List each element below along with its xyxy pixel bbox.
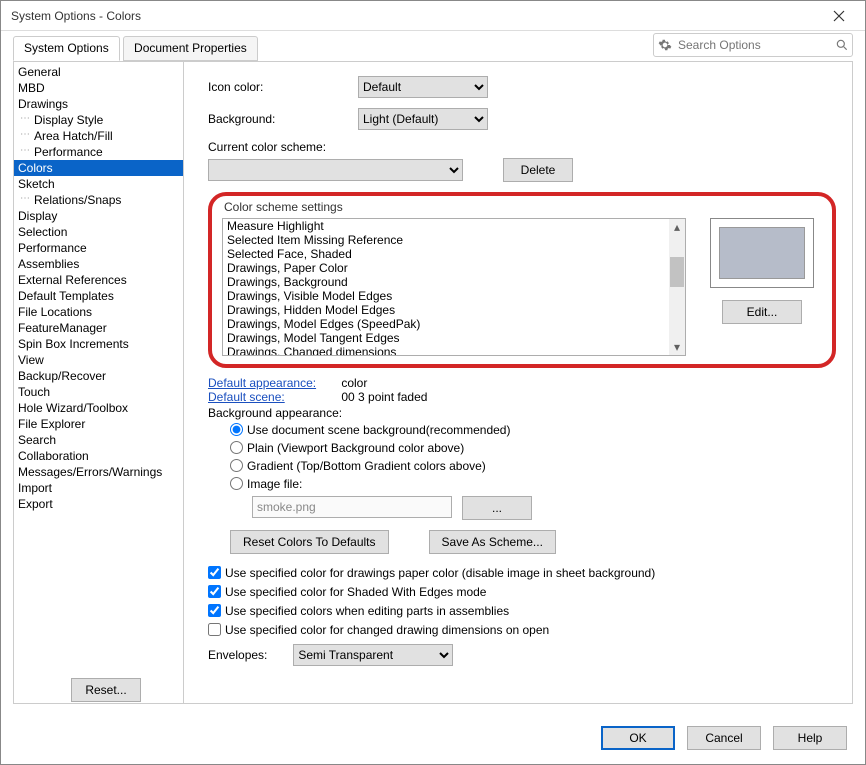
check-changed-dims[interactable]: Use specified color for changed drawing … <box>208 621 836 638</box>
sidebar-item[interactable]: Area Hatch/Fill <box>14 128 183 144</box>
sidebar-item[interactable]: Import <box>14 480 183 496</box>
sidebar-item[interactable]: Hole Wizard/Toolbox <box>14 400 183 416</box>
scroll-down-icon[interactable]: ▾ <box>669 339 685 355</box>
sidebar-item[interactable]: Spin Box Increments <box>14 336 183 352</box>
sidebar-item[interactable]: Selection <box>14 224 183 240</box>
icon-color-select[interactable]: Default <box>358 76 488 98</box>
close-button[interactable] <box>819 2 859 30</box>
sidebar-item[interactable]: Collaboration <box>14 448 183 464</box>
sidebar-item[interactable]: Messages/Errors/Warnings <box>14 464 183 480</box>
default-appearance-value: color <box>341 376 367 390</box>
default-scene-link[interactable]: Default scene: <box>208 390 338 404</box>
sidebar-item[interactable]: Default Templates <box>14 288 183 304</box>
sidebar-item[interactable]: Performance <box>14 144 183 160</box>
radio-gradient[interactable]: Gradient (Top/Bottom Gradient colors abo… <box>230 457 836 474</box>
scroll-up-icon[interactable]: ▴ <box>669 219 685 235</box>
category-sidebar: GeneralMBDDrawingsDisplay StyleArea Hatc… <box>14 62 184 703</box>
window-title: System Options - Colors <box>11 9 819 23</box>
gear-icon <box>658 38 672 52</box>
search-input[interactable] <box>676 35 835 55</box>
sidebar-item[interactable]: Performance <box>14 240 183 256</box>
background-appearance-label: Background appearance: <box>208 406 836 420</box>
sidebar-item[interactable]: Assemblies <box>14 256 183 272</box>
sidebar-item[interactable]: View <box>14 352 183 368</box>
current-scheme-select[interactable] <box>208 159 463 181</box>
sidebar-item[interactable]: Export <box>14 496 183 512</box>
check-paper-color[interactable]: Use specified color for drawings paper c… <box>208 564 836 581</box>
background-label: Background: <box>208 112 358 126</box>
reset-button[interactable]: Reset... <box>71 678 141 702</box>
scheme-item[interactable]: Drawings, Model Edges (SpeedPak) <box>223 317 685 331</box>
edit-color-button[interactable]: Edit... <box>722 300 802 324</box>
background-select[interactable]: Light (Default) <box>358 108 488 130</box>
tab-document-properties[interactable]: Document Properties <box>123 36 258 61</box>
sidebar-item[interactable]: General <box>14 64 183 80</box>
browse-button[interactable]: ... <box>462 496 532 520</box>
sidebar-item[interactable]: Display Style <box>14 112 183 128</box>
scheme-item[interactable]: Selected Face, Shaded <box>223 247 685 261</box>
tab-system-options[interactable]: System Options <box>13 36 120 61</box>
icon-color-label: Icon color: <box>208 80 358 94</box>
default-appearance-link[interactable]: Default appearance: <box>208 376 338 390</box>
sidebar-item[interactable]: Backup/Recover <box>14 368 183 384</box>
scheme-item[interactable]: Drawings, Paper Color <box>223 261 685 275</box>
scheme-item[interactable]: Drawings, Changed dimensions <box>223 345 685 356</box>
color-scheme-settings-box: Color scheme settings Measure HighlightS… <box>208 192 836 368</box>
sidebar-item[interactable]: File Locations <box>14 304 183 320</box>
tab-row: System Options Document Properties <box>1 31 865 59</box>
scheme-item[interactable]: Drawings, Hidden Model Edges <box>223 303 685 317</box>
scheme-item[interactable]: Drawings, Background <box>223 275 685 289</box>
save-scheme-button[interactable]: Save As Scheme... <box>429 530 556 554</box>
scroll-thumb[interactable] <box>670 257 684 287</box>
sidebar-item[interactable]: Drawings <box>14 96 183 112</box>
color-swatch <box>719 227 805 279</box>
radio-doc-scene[interactable]: Use document scene background(recommende… <box>230 421 836 438</box>
sidebar-item[interactable]: Sketch <box>14 176 183 192</box>
options-window: System Options - Colors System Options D… <box>0 0 866 765</box>
close-icon <box>833 10 845 22</box>
radio-image-file[interactable]: Image file: <box>230 475 836 492</box>
main-panel: GeneralMBDDrawingsDisplay StyleArea Hatc… <box>13 61 853 704</box>
footer-buttons: OK Cancel Help <box>601 726 847 750</box>
sidebar-item[interactable]: Display <box>14 208 183 224</box>
reset-colors-button[interactable]: Reset Colors To Defaults <box>230 530 389 554</box>
color-swatch-border <box>710 218 814 288</box>
scrollbar[interactable]: ▴ ▾ <box>669 219 685 355</box>
titlebar: System Options - Colors <box>1 1 865 31</box>
scheme-item[interactable]: Drawings, Visible Model Edges <box>223 289 685 303</box>
scheme-item[interactable]: Selected Item Missing Reference <box>223 233 685 247</box>
radio-plain[interactable]: Plain (Viewport Background color above) <box>230 439 836 456</box>
check-editing-parts[interactable]: Use specified colors when editing parts … <box>208 602 836 619</box>
current-scheme-label: Current color scheme: <box>208 140 326 154</box>
sidebar-item[interactable]: Touch <box>14 384 183 400</box>
sidebar-item[interactable]: Search <box>14 432 183 448</box>
default-scene-value: 00 3 point faded <box>341 390 427 404</box>
search-icon <box>835 38 849 52</box>
sidebar-item[interactable]: External References <box>14 272 183 288</box>
envelopes-select[interactable]: Semi Transparent <box>293 644 453 666</box>
scheme-item[interactable]: Measure Highlight <box>223 219 685 233</box>
color-scheme-settings-label: Color scheme settings <box>224 200 824 214</box>
help-button[interactable]: Help <box>773 726 847 750</box>
sidebar-item[interactable]: FeatureManager <box>14 320 183 336</box>
color-scheme-listbox[interactable]: Measure HighlightSelected Item Missing R… <box>222 218 686 356</box>
search-wrap <box>653 33 853 57</box>
sidebar-item[interactable]: Colors <box>14 160 183 176</box>
envelopes-label: Envelopes: <box>208 648 290 662</box>
ok-button[interactable]: OK <box>601 726 675 750</box>
sidebar-item[interactable]: MBD <box>14 80 183 96</box>
sidebar-item[interactable]: Relations/Snaps <box>14 192 183 208</box>
swatch-area: Edit... <box>702 218 822 356</box>
image-file-input[interactable] <box>252 496 452 518</box>
scheme-item[interactable]: Drawings, Model Tangent Edges <box>223 331 685 345</box>
sidebar-item[interactable]: File Explorer <box>14 416 183 432</box>
cancel-button[interactable]: Cancel <box>687 726 761 750</box>
delete-button[interactable]: Delete <box>503 158 573 182</box>
check-shaded-edges[interactable]: Use specified color for Shaded With Edge… <box>208 583 836 600</box>
content-area: Icon color: Default Background: Light (D… <box>184 62 852 703</box>
